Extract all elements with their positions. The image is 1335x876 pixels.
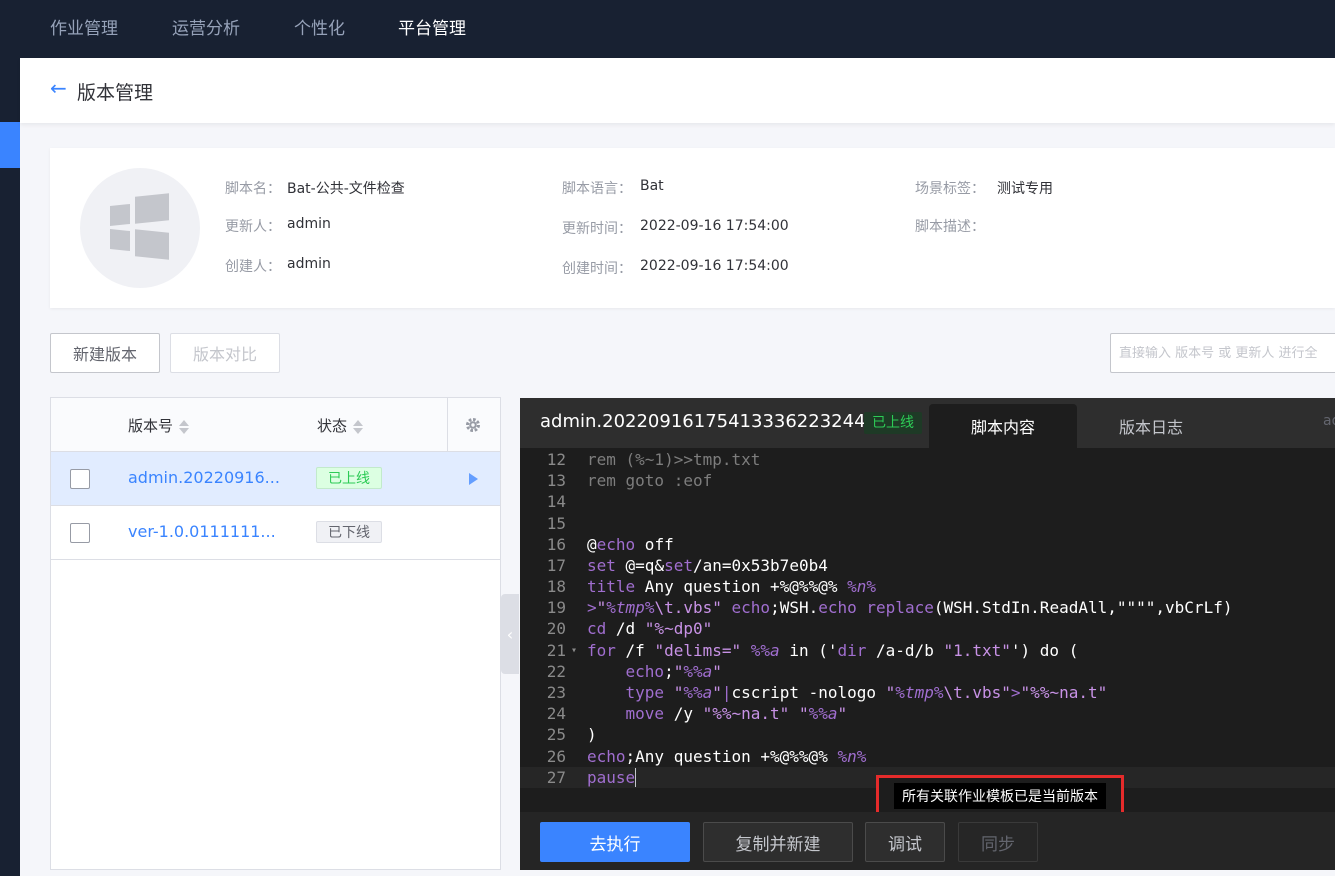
page-header: ← 版本管理 <box>20 58 1335 123</box>
sidebar <box>0 58 20 876</box>
sync-tooltip-text: 所有关联作业模板已是当前版本 <box>894 782 1106 809</box>
line-number: 13 <box>546 471 566 490</box>
row-checkbox[interactable] <box>70 523 90 543</box>
script-name-label: 脚本名： <box>225 181 281 197</box>
execute-button[interactable]: 去执行 <box>540 822 690 862</box>
update-time-value: 2022-09-16 17:54:00 <box>640 218 789 234</box>
sort-icon[interactable] <box>179 419 190 434</box>
line-number: 15 <box>546 514 566 533</box>
table-row[interactable]: ver-1.0.0111111... 已下线 <box>51 506 500 560</box>
collapse-handle[interactable]: ‹ <box>501 594 519 674</box>
status-badge: 已上线 <box>316 467 382 489</box>
tab-script-content[interactable]: 脚本内容 <box>929 404 1077 448</box>
play-arrow-icon[interactable] <box>469 473 478 485</box>
line-number: 21 <box>546 641 566 660</box>
create-time-label: 创建时间： <box>562 261 632 277</box>
line-number: 12 <box>546 450 566 469</box>
top-navbar: 作业管理 运营分析 个性化 平台管理 <box>0 0 1335 58</box>
script-name-value: Bat-公共-文件检查 <box>287 181 405 197</box>
nav-platform-management[interactable]: 平台管理 <box>398 14 466 39</box>
page-title: 版本管理 <box>77 82 154 104</box>
creator-value: admin <box>287 256 331 272</box>
script-info-card: 脚本名： Bat-公共-文件检查 更新人： admin 创建人： admin 脚… <box>50 148 1335 308</box>
tab-version-log[interactable]: 版本日志 <box>1077 404 1225 448</box>
nav-personalization[interactable]: 个性化 <box>294 14 345 39</box>
updater-value: admin <box>287 216 331 232</box>
table-row[interactable]: admin.20220916... 已上线 <box>51 452 500 506</box>
new-version-button[interactable]: 新建版本 <box>50 333 160 373</box>
language-label: 脚本语言： <box>562 181 632 197</box>
sync-tooltip: 所有关联作业模板已是当前版本 <box>876 775 1124 816</box>
line-number: 23 <box>546 683 566 702</box>
scene-tag-value: 测试专用 <box>997 181 1053 197</box>
editor-corner-text: ad <box>1323 413 1335 429</box>
windows-logo-avatar <box>80 168 200 288</box>
line-number: 25 <box>546 725 566 744</box>
line-number: 26 <box>546 747 566 766</box>
creator-label: 创建人： <box>225 259 281 275</box>
line-number: 16 <box>546 535 566 554</box>
editor-status-badge: 已上线 <box>864 412 922 434</box>
copy-and-create-button[interactable]: 复制并新建 <box>703 822 853 862</box>
create-time-value: 2022-09-16 17:54:00 <box>640 258 789 274</box>
sidebar-active-indicator[interactable] <box>0 122 20 168</box>
version-link[interactable]: admin.20220916... <box>128 468 280 487</box>
nav-operation-analysis[interactable]: 运营分析 <box>172 14 240 39</box>
description-label: 脚本描述： <box>915 219 985 235</box>
editor-version-title: admin.20220916175413336223244 <box>540 411 866 432</box>
line-number: 18 <box>546 577 566 596</box>
gear-icon[interactable] <box>465 417 481 433</box>
compare-version-button[interactable]: 版本对比 <box>170 333 280 373</box>
code-area[interactable]: 12 rem (%~1)>>tmp.txt 13 rem goto :eof 14 … <box>520 449 1335 804</box>
editor-header: admin.20220916175413336223244 已上线 脚本内容 版… <box>520 398 1335 448</box>
column-status-header[interactable]: 状态 <box>317 415 364 436</box>
debug-button[interactable]: 调试 <box>865 822 945 862</box>
line-number: 27 <box>546 768 566 787</box>
search-box[interactable] <box>1110 333 1335 373</box>
line-number: 22 <box>546 662 566 681</box>
row-checkbox[interactable] <box>70 469 90 489</box>
line-number: 17 <box>546 556 566 575</box>
table-header: 版本号 状态 <box>51 398 500 452</box>
line-number: 19 <box>546 598 566 617</box>
editor-footer: 去执行 复制并新建 调试 同步 <box>520 812 1335 870</box>
scene-tag-label: 场景标签： <box>915 181 985 197</box>
version-table: 版本号 状态 admin.20220916... 已上线 ver-1.0.011… <box>50 397 501 870</box>
line-number: 24 <box>546 704 566 723</box>
line-number: 20 <box>546 619 566 638</box>
search-input[interactable] <box>1119 345 1335 361</box>
column-version-header[interactable]: 版本号 <box>128 415 190 436</box>
language-value: Bat <box>640 178 664 194</box>
nav-job-management[interactable]: 作业管理 <box>50 14 118 39</box>
status-badge: 已下线 <box>316 521 382 543</box>
chevron-left-icon: ‹ <box>506 624 514 644</box>
fold-arrow-icon[interactable]: ▾ <box>571 640 577 661</box>
sort-icon[interactable] <box>353 419 364 434</box>
version-link[interactable]: ver-1.0.0111111... <box>128 522 276 541</box>
update-time-label: 更新时间： <box>562 221 632 237</box>
sync-button[interactable]: 同步 <box>958 822 1038 862</box>
updater-label: 更新人： <box>225 219 281 235</box>
back-arrow-icon[interactable]: ← <box>50 76 67 100</box>
line-number: 14 <box>546 492 566 511</box>
